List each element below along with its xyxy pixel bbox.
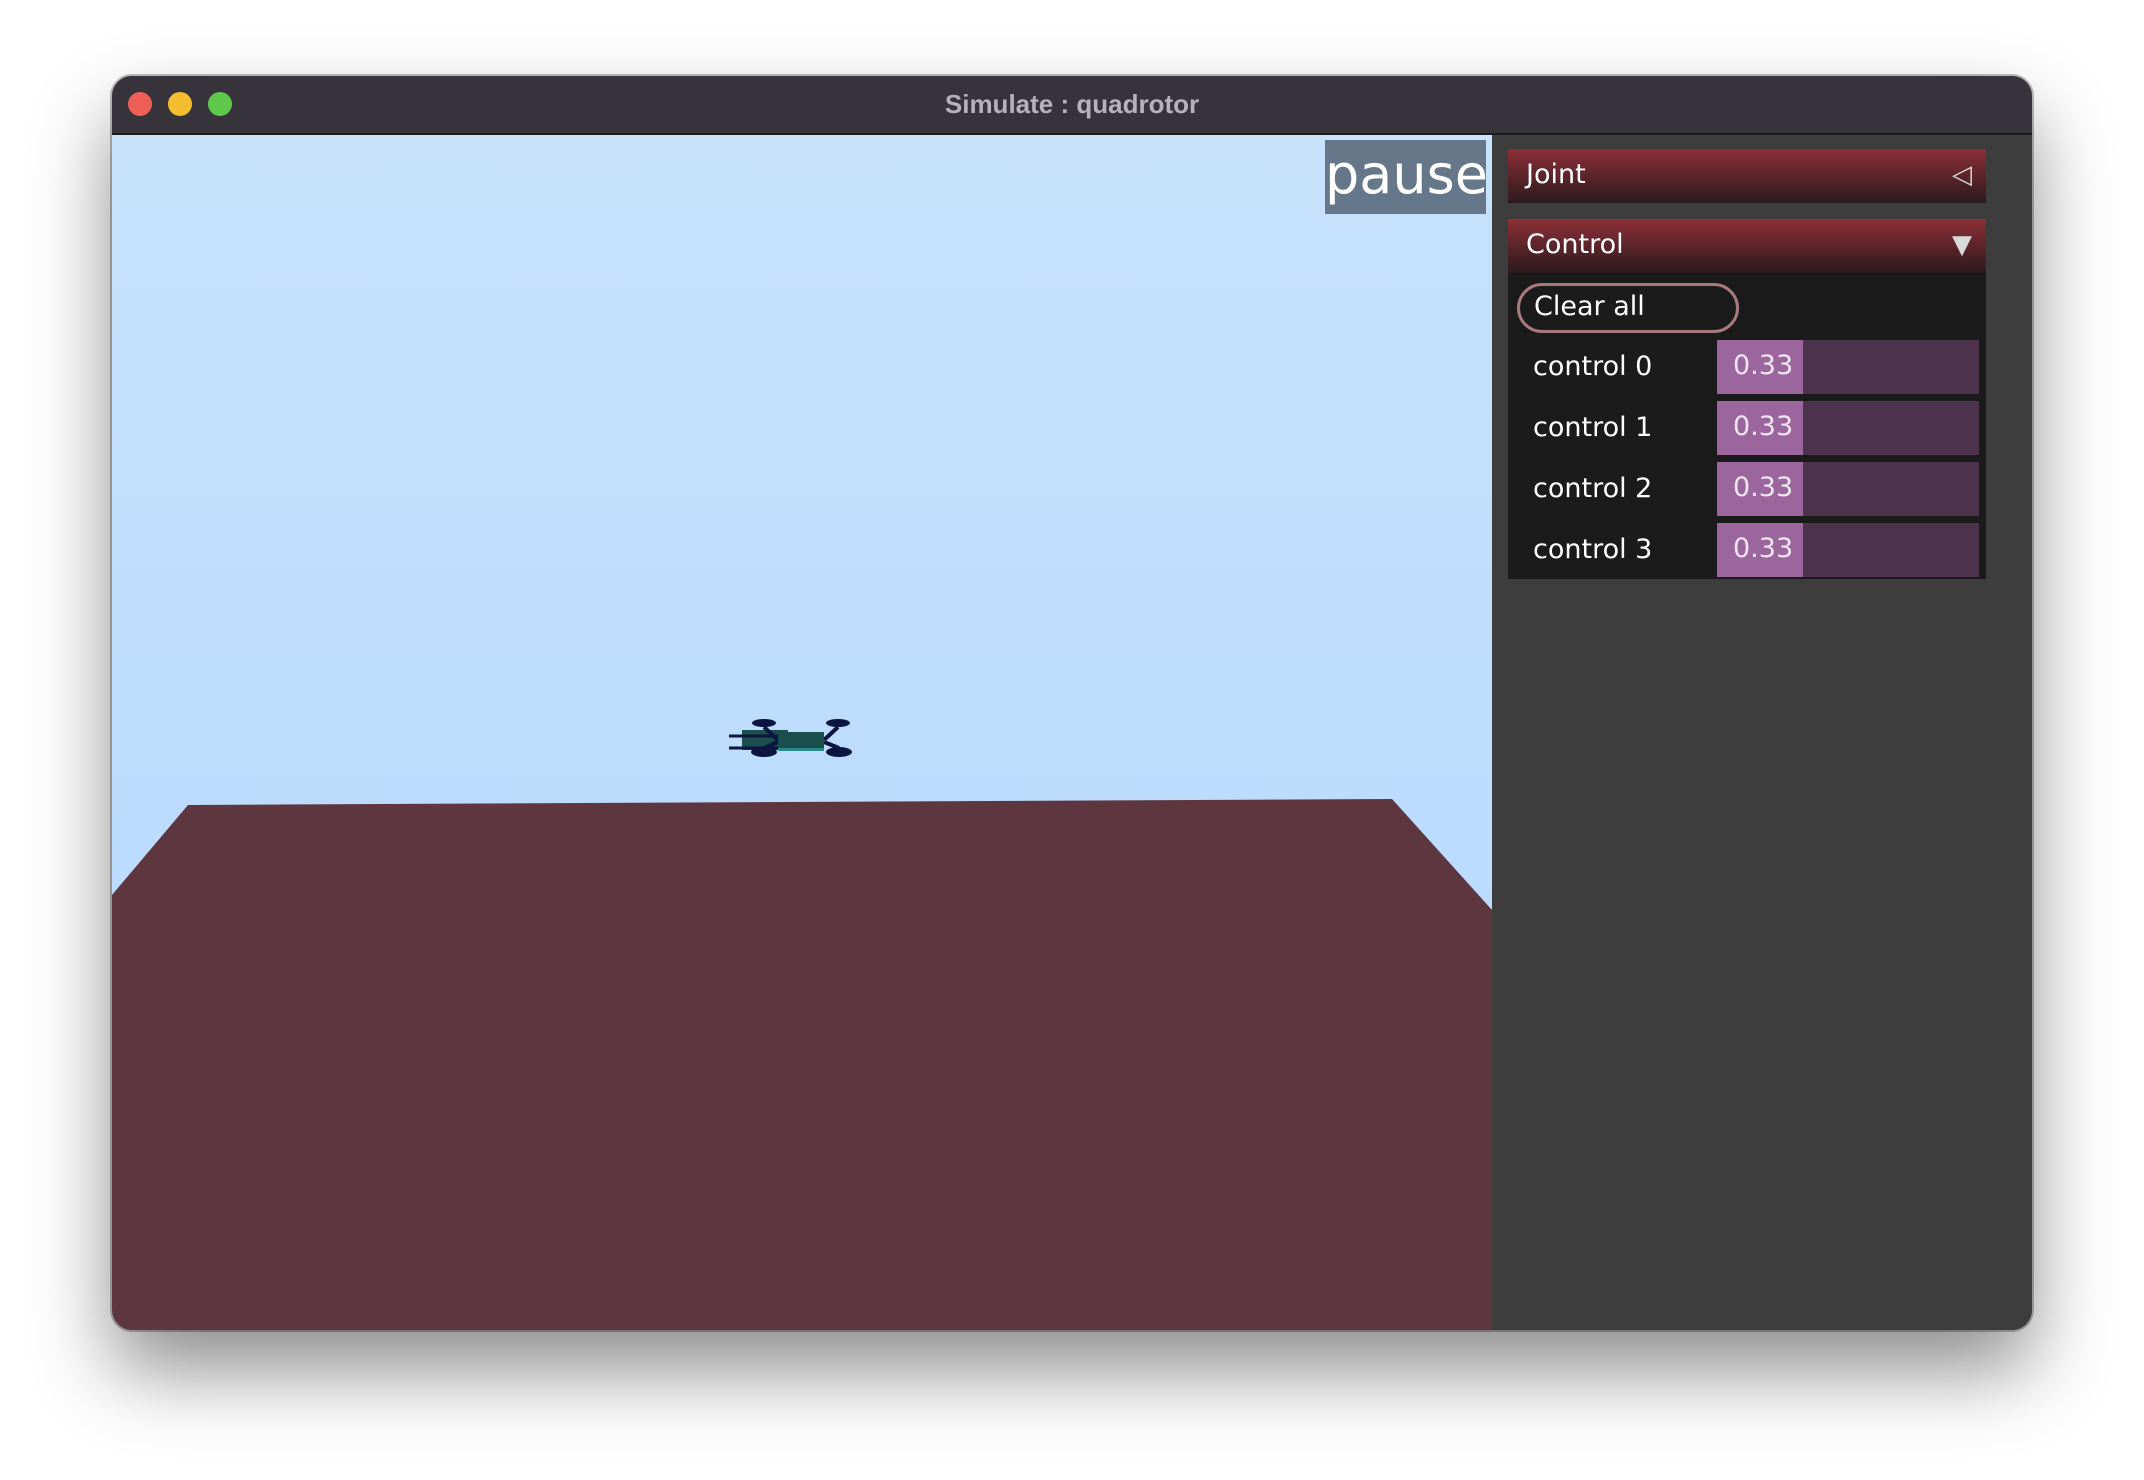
joint-section-header[interactable]: Joint ◁ [1508,149,1986,203]
collapsed-triangle-icon: ◁ [1952,160,1972,190]
control-section-label: Control [1526,229,1624,260]
control-row: control 3 0.33 [1508,523,1986,577]
window-title: Simulate : quadrotor [944,89,1200,119]
control-slider[interactable]: 0.33 [1717,523,1979,577]
quadrotor-drone [729,719,852,757]
control-label: control 1 [1533,412,1653,443]
expanded-triangle-icon: ▼ [1952,230,1972,260]
settings-panel: Joint ◁ Control ▼ Clear all control 0 0.… [1492,135,2032,1330]
control-section-header[interactable]: Control ▼ [1508,219,1986,273]
control-value: 0.33 [1733,350,1794,381]
scene-canvas [112,719,1492,1330]
control-row: control 0 0.33 [1508,340,1986,394]
control-label: control 2 [1533,473,1653,504]
control-label: control 0 [1533,351,1653,382]
rotor-icon [826,747,852,757]
simulate-window: Simulate : quadrotor pause Joint ◁ Contr… [112,76,2032,1330]
control-row: control 1 0.33 [1508,401,1986,455]
control-row: control 2 0.33 [1508,462,1986,516]
clear-all-button[interactable]: Clear all [1517,283,1739,333]
rotor-icon [752,719,776,727]
rotor-icon [751,747,777,757]
joint-section-label: Joint [1526,159,1586,190]
control-value: 0.33 [1733,472,1794,503]
control-label: control 3 [1533,534,1653,565]
pause-status-label: pause [1325,140,1488,214]
control-slider[interactable]: 0.33 [1717,340,1979,394]
control-section-body: Clear all control 0 0.33 control 1 0.33 … [1508,273,1986,579]
simulation-viewport[interactable]: pause [112,135,1492,1330]
control-value: 0.33 [1733,533,1794,564]
title-bar[interactable]: Simulate : quadrotor [112,76,2032,135]
control-slider[interactable]: 0.33 [1717,401,1979,455]
control-slider[interactable]: 0.33 [1717,462,1979,516]
floor-plane [112,799,1492,1330]
rotor-icon [826,719,850,727]
control-value: 0.33 [1733,411,1794,442]
